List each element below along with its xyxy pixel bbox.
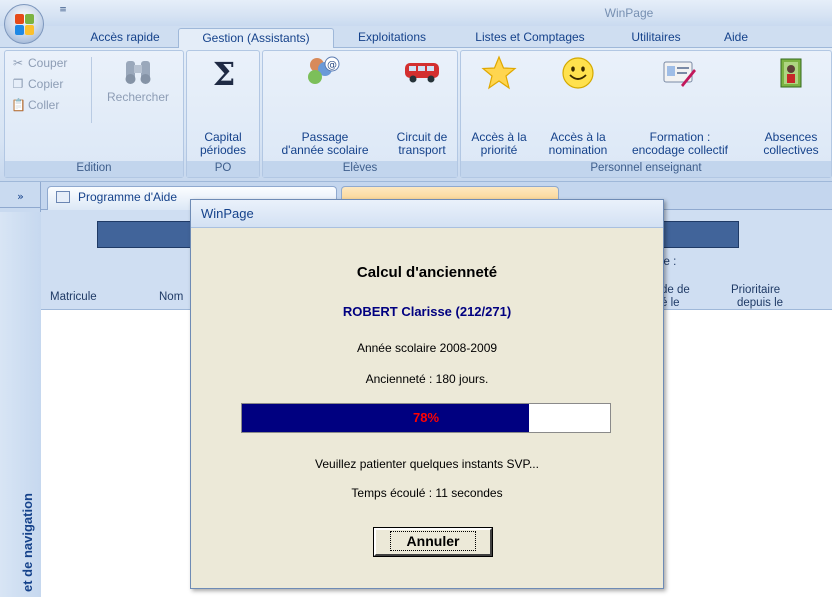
seniority-text: Ancienneté : 180 jours. (365, 372, 489, 386)
col-prioritaire-2: depuis le (737, 297, 784, 309)
sigma-icon: Σ (212, 55, 236, 93)
paste-icon: 📋 (11, 98, 26, 112)
col-nom: Nom (159, 291, 184, 303)
tab-gestion-assistants[interactable]: Gestion (Assistants) (178, 28, 334, 49)
group-po-label: PO (187, 161, 259, 177)
paste-button[interactable]: 📋 Coller (11, 96, 59, 114)
app-title: WinPage (604, 6, 654, 20)
star-icon (481, 55, 517, 90)
navigation-pane-label: et de navigation (20, 493, 35, 592)
binoculars-icon (125, 61, 151, 84)
formation-label-2: encodage collectif (631, 143, 729, 157)
search-label: Rechercher (106, 90, 170, 104)
passage-label-2: d'année scolaire (281, 143, 369, 157)
group-po: Σ Capital périodes PO (186, 50, 260, 178)
col-matricule: Matricule (50, 291, 97, 303)
group-personnel-enseignant: Accès à la priorité Accès à la nominatio… (460, 50, 832, 178)
absences-label-2: collectives (763, 143, 819, 157)
ribbon: ✂ Couper ❐ Copier 📋 Coller Rechercher Editi… (0, 48, 832, 182)
copy-icon: ❐ (12, 77, 24, 91)
door-user-icon (780, 58, 802, 88)
absences-collectives-button[interactable]: Absences collectives (751, 53, 831, 157)
dialog-title-bar: WinPage (191, 200, 663, 228)
tab-aide[interactable]: Aide (716, 28, 756, 49)
cut-button[interactable]: ✂ Couper (11, 54, 67, 72)
col-prioritaire-1: Prioritaire (731, 284, 781, 296)
col-de-de-1: de de (661, 284, 690, 296)
title-bar: ≡ WinPage (0, 0, 832, 26)
copy-label: Copier (28, 77, 64, 91)
dialog-title: WinPage (201, 206, 254, 221)
id-card-pen-icon (663, 61, 696, 87)
progress-dialog: WinPage Calcul d'ancienneté ROBERT Clari… (190, 199, 664, 589)
capital-label-2: périodes (199, 143, 247, 157)
expand-pane-button[interactable]: » (0, 186, 41, 208)
capital-periodes-button[interactable]: Σ Capital périodes (189, 53, 257, 157)
svg-text:@: @ (327, 60, 337, 71)
circuit-transport-button[interactable]: Circuit de transport (389, 53, 455, 157)
tab-utilitaires[interactable]: Utilitaires (618, 28, 694, 49)
elapsed-time: Temps écoulé : 11 secondes (351, 486, 503, 500)
tab-acces-rapide[interactable]: Accès rapide (76, 28, 174, 49)
bus-icon (405, 63, 439, 83)
acces-priorite-label-2: priorité (480, 143, 518, 157)
cut-label: Couper (28, 56, 68, 70)
progress-bar: 78% (241, 403, 611, 433)
office-logo-icon (15, 14, 35, 36)
group-edition: ✂ Couper ❐ Copier 📋 Coller Rechercher Editi… (4, 50, 184, 178)
group-edition-label: Edition (5, 161, 183, 177)
group-eleves-label: Elèves (263, 161, 457, 177)
cancel-button[interactable]: Annuler (373, 527, 493, 557)
separator (91, 57, 92, 123)
passage-annee-button[interactable]: @ Passage d'année scolaire (265, 53, 385, 157)
form-icon (56, 191, 70, 203)
paste-label: Coller (28, 98, 60, 112)
school-year: Année scolaire 2008-2009 (356, 341, 498, 355)
acces-nomination-button[interactable]: Accès à la nomination (537, 53, 619, 157)
wait-message: Veuillez patienter quelques instants SVP… (315, 457, 539, 471)
person-name: ROBERT Clarisse (212/271) (342, 304, 512, 319)
tab-exploitations[interactable]: Exploitations (342, 28, 442, 49)
acces-priorite-button[interactable]: Accès à la priorité (463, 53, 535, 157)
ribbon-tab-bar: Accès rapide Gestion (Assistants) Exploi… (0, 26, 832, 49)
cancel-label: Annuler (389, 531, 477, 551)
search-button[interactable]: Rechercher (95, 53, 181, 117)
dialog-heading: Calcul d'ancienneté (356, 264, 498, 281)
office-button[interactable] (4, 4, 44, 44)
progress-percent: 78% (412, 410, 440, 425)
doc-tab-label: Programme d'Aide (78, 190, 177, 204)
group-personnel-label: Personnel enseignant (461, 161, 831, 177)
copy-button[interactable]: ❐ Copier (11, 75, 64, 93)
group-eleves: @ Passage d'année scolaire Circuit de tr… (262, 50, 458, 178)
formation-encodage-button[interactable]: Formation : encodage collectif (623, 53, 737, 157)
users-email-icon: @ (308, 56, 340, 84)
scissors-icon: ✂ (12, 56, 24, 70)
smiley-icon (562, 57, 594, 89)
navigation-pane: » et de navigation (0, 182, 41, 597)
circuit-label-2: transport (398, 143, 446, 157)
tab-listes-comptages[interactable]: Listes et Comptages (460, 28, 600, 49)
acces-nomination-label-2: nomination (548, 143, 608, 157)
